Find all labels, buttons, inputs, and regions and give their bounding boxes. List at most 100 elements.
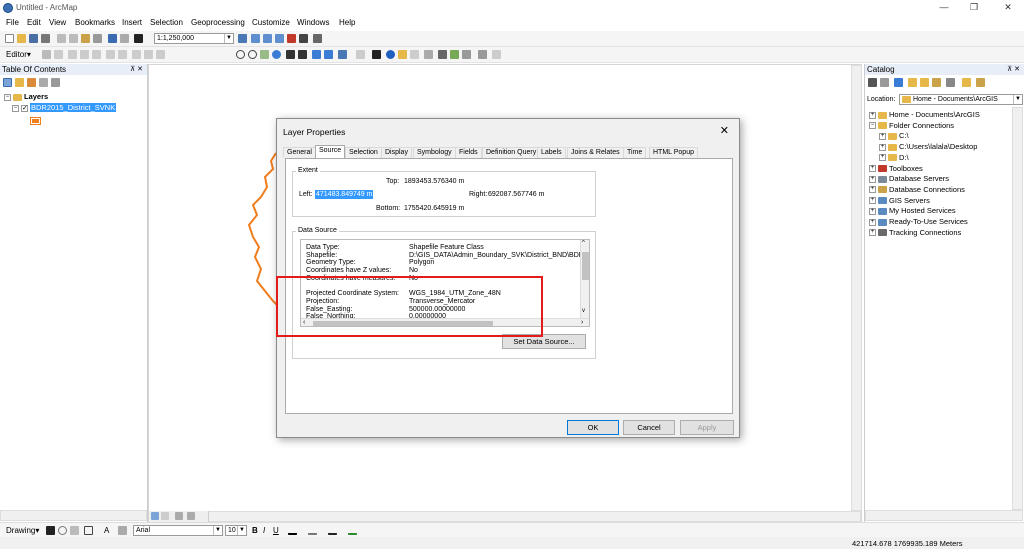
italic-button[interactable]: I [263, 526, 265, 535]
catalog-item[interactable]: + Tracking Connections [869, 228, 961, 237]
rotate-tool-icon[interactable] [118, 50, 127, 59]
catalog-item[interactable]: − Folder Connections [869, 121, 954, 130]
cancel-button[interactable]: Cancel [623, 420, 675, 435]
create-viewer-window-icon[interactable] [492, 50, 501, 59]
menu-selection[interactable]: Selection [150, 18, 183, 27]
expand-icon[interactable]: + [879, 154, 886, 162]
fixed-zoom-out-icon[interactable] [298, 50, 307, 59]
tab-source[interactable]: Source [315, 145, 346, 158]
menu-edit[interactable]: Edit [27, 18, 41, 27]
collapse-icon[interactable]: − [12, 104, 19, 112]
collapse-icon[interactable]: − [4, 93, 11, 101]
go-to-xy-icon[interactable] [462, 50, 471, 59]
catalog-vertical-scrollbar[interactable] [1012, 107, 1023, 510]
data-view-icon[interactable] [151, 512, 159, 520]
layer-symbol-patch[interactable] [30, 117, 41, 125]
extent-left-value[interactable]: 471483.849749 m [315, 190, 374, 199]
line-color-icon[interactable] [328, 526, 337, 535]
launch-arccatalog-icon[interactable] [976, 78, 985, 87]
editor-menu[interactable]: Editor▾ [6, 50, 31, 59]
select-elements-icon[interactable] [372, 50, 381, 59]
open-folder-icon[interactable] [17, 34, 26, 43]
cut-icon[interactable] [57, 34, 66, 43]
straight-segment-icon[interactable] [68, 50, 77, 59]
new-document-icon[interactable] [5, 34, 14, 43]
location-combo[interactable]: Home - Documents\ArcGIS ▼ [899, 94, 1023, 105]
font-color-icon[interactable] [288, 526, 297, 535]
expand-icon[interactable]: + [869, 218, 876, 226]
tab-definition-query[interactable]: Definition Query [482, 147, 541, 158]
expand-icon[interactable]: + [879, 132, 886, 140]
map-horizontal-scrollbar[interactable] [149, 511, 861, 522]
tab-selection[interactable]: Selection [345, 147, 382, 158]
catalog-horizontal-scrollbar[interactable] [865, 510, 1023, 521]
arctoolbox-icon[interactable] [287, 34, 296, 43]
chevron-down-icon[interactable]: ▼ [237, 526, 246, 535]
edit-tool-icon[interactable] [42, 50, 51, 59]
full-extent-icon[interactable] [272, 50, 281, 59]
chevron-down-icon[interactable]: ▼ [224, 34, 233, 43]
modelbuilder-icon[interactable] [313, 34, 322, 43]
drawing-menu[interactable]: Drawing▾ [6, 526, 39, 535]
disconnect-folder-icon[interactable] [932, 78, 941, 87]
close-window-button[interactable]: ✕ [998, 2, 1018, 14]
expand-icon[interactable]: + [879, 143, 886, 151]
measure-icon[interactable] [424, 50, 433, 59]
attributes-icon[interactable] [132, 50, 141, 59]
copy-icon[interactable] [69, 34, 78, 43]
toc-horizontal-scrollbar[interactable] [0, 510, 147, 521]
tab-labels[interactable]: Labels [537, 147, 566, 158]
scroll-down-icon[interactable]: v [582, 308, 585, 314]
menu-customize[interactable]: Customize [252, 18, 290, 27]
chevron-down-icon[interactable]: ▼ [1013, 95, 1022, 104]
bold-button[interactable]: B [252, 526, 258, 535]
catalog-item[interactable]: + GIS Servers [869, 196, 930, 205]
edit-annotation-icon[interactable] [54, 50, 63, 59]
select-elements-icon[interactable] [46, 526, 55, 535]
list-by-selection-icon[interactable] [39, 78, 48, 87]
catalog-item[interactable]: + C:\Users\lalala\Desktop [879, 142, 977, 151]
font-combo[interactable]: Arial ▼ [133, 525, 223, 536]
zoom-whole-page-icon[interactable] [70, 526, 79, 535]
end-point-arc-icon[interactable] [80, 50, 89, 59]
expand-icon[interactable]: + [869, 186, 876, 194]
ok-button[interactable]: OK [567, 420, 619, 435]
tab-joins-relates[interactable]: Joins & Relates [567, 147, 624, 158]
toc-layers-root[interactable]: − Layers [4, 92, 48, 101]
tab-time[interactable]: Time [623, 147, 647, 158]
pause-drawing-icon[interactable] [187, 512, 195, 520]
catalog-item[interactable]: + D:\ [879, 153, 909, 162]
fixed-zoom-in-icon[interactable] [286, 50, 295, 59]
menu-windows[interactable]: Windows [297, 18, 329, 27]
table-of-contents-icon[interactable] [251, 34, 260, 43]
scroll-right-icon[interactable]: › [581, 319, 583, 326]
menu-file[interactable]: File [6, 18, 19, 27]
underline-button[interactable]: U [273, 526, 279, 535]
expand-icon[interactable]: + [869, 165, 876, 173]
home-icon[interactable] [908, 78, 917, 87]
tab-html-popup[interactable]: HTML Popup [649, 147, 698, 158]
catalog-item[interactable]: + C:\ [879, 131, 909, 140]
layer-name[interactable]: BDR2015_District_SVNK [30, 103, 117, 112]
editor-toolbar-icon[interactable] [238, 34, 247, 43]
fill-color-icon[interactable] [308, 526, 317, 535]
zoom-out-icon[interactable] [248, 50, 257, 59]
font-size-combo[interactable]: 10 ▼ [225, 525, 247, 536]
dialog-close-button[interactable]: ✕ [720, 124, 729, 137]
pin-close-icon[interactable]: ⊼ ✕ [1007, 64, 1020, 75]
tab-symbology[interactable]: Symbology [413, 147, 456, 158]
new-text-icon[interactable]: A [104, 526, 113, 535]
layer-visibility-checkbox[interactable]: ✓ [21, 104, 28, 112]
catalog-item[interactable]: + Database Connections [869, 185, 965, 194]
data-source-vertical-scrollbar[interactable]: ^ v [580, 240, 589, 318]
scroll-up-icon[interactable]: ^ [582, 240, 585, 246]
trace-icon[interactable] [92, 50, 101, 59]
list-by-visibility-icon[interactable] [27, 78, 36, 87]
delete-icon[interactable] [93, 34, 102, 43]
catalog-item[interactable]: + My Hosted Services [869, 206, 956, 215]
print-icon[interactable] [41, 34, 50, 43]
clear-selection-icon[interactable] [356, 50, 365, 59]
expand-icon[interactable]: + [869, 175, 876, 183]
views-icon[interactable] [946, 78, 955, 87]
tab-general[interactable]: General [283, 147, 316, 158]
